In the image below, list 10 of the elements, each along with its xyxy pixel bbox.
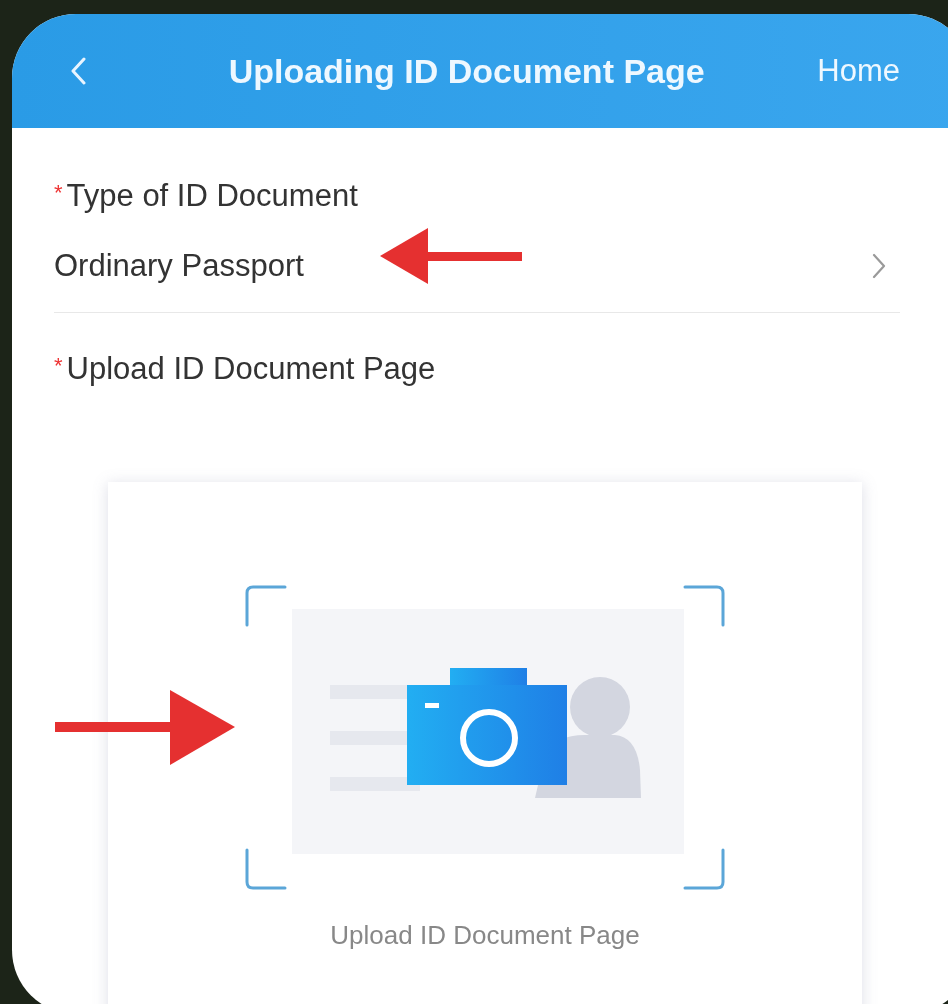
required-mark: * (54, 352, 63, 379)
required-mark: * (54, 179, 63, 206)
page-title: Uploading ID Document Page (227, 51, 706, 91)
upload-caption: Upload ID Document Page (330, 920, 640, 951)
chevron-right-icon (872, 253, 886, 279)
field-label: Type of ID Document (66, 178, 358, 214)
field-label: Upload ID Document Page (66, 351, 436, 387)
upload-card[interactable]: Upload ID Document Page (108, 482, 862, 1004)
home-link[interactable]: Home (817, 53, 900, 89)
back-icon[interactable] (70, 57, 86, 85)
